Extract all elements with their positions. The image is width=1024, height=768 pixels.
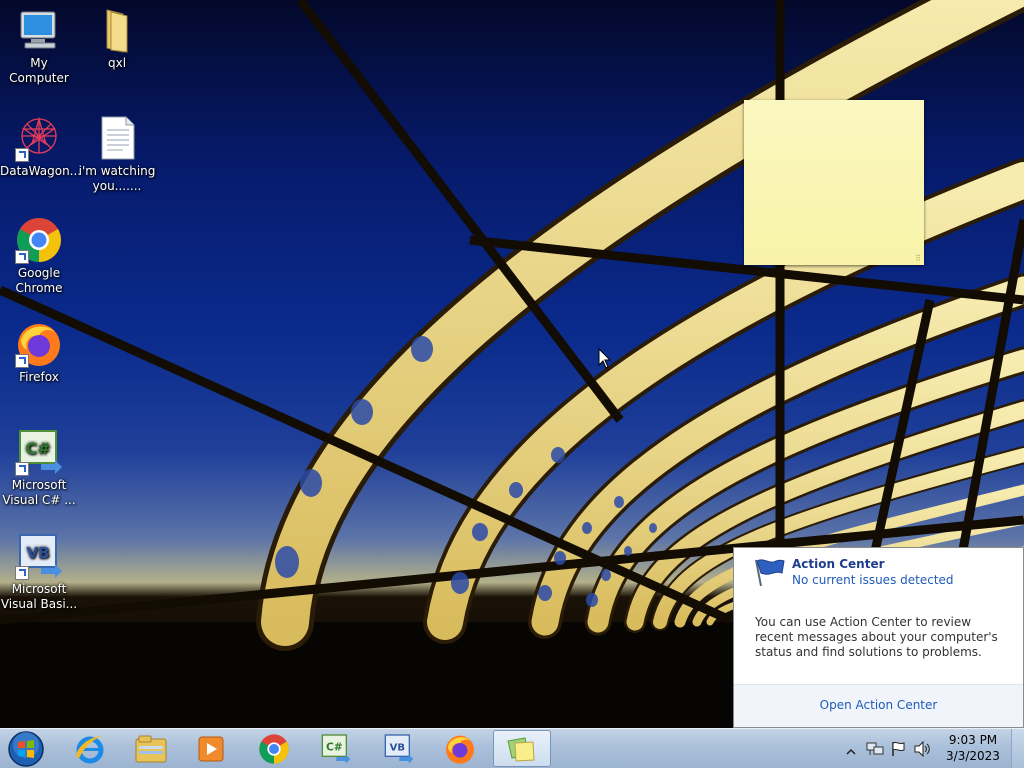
desktop-icon-label: i'm watching you....... xyxy=(78,164,156,193)
desktop-icon-google-chrome[interactable]: Google Chrome xyxy=(0,214,78,296)
desktop-icon-label: DataWagon... xyxy=(0,164,82,178)
open-action-center-link[interactable]: Open Action Center xyxy=(734,698,1023,712)
action-center-status[interactable]: No current issues detected xyxy=(792,573,954,587)
clock-time: 9:03 PM xyxy=(948,733,998,747)
folder-icon xyxy=(93,6,141,54)
computer-icon xyxy=(15,6,63,54)
visual-basic-icon: VB xyxy=(384,733,414,764)
media-player-icon xyxy=(198,736,224,761)
sticky-notes-icon xyxy=(507,736,535,762)
datawagon-icon xyxy=(15,114,63,162)
taskbar-internet-explorer[interactable] xyxy=(61,730,119,767)
desktop-icon-datawagon[interactable]: DataWagon... xyxy=(0,112,82,179)
system-clock[interactable]: 9:03 PM 3/3/2023 xyxy=(935,732,1011,764)
desktop-icon-qxl[interactable]: qxl xyxy=(78,4,156,71)
svg-text:C#: C# xyxy=(326,740,343,753)
desktop-icon-visual-basic[interactable]: VB Microsoft Visual Basi... xyxy=(0,530,78,612)
clock-date: 3/3/2023 xyxy=(946,749,1000,763)
desktop[interactable]: My Computer qxl DataWagon... i'm watchin… xyxy=(0,0,1024,728)
taskbar-chrome[interactable] xyxy=(245,730,303,767)
shortcut-arrow-icon xyxy=(15,148,29,162)
shortcut-arrow-icon xyxy=(15,354,29,368)
shortcut-arrow-icon xyxy=(15,566,29,580)
firefox-icon xyxy=(15,320,63,368)
action-center-popup[interactable]: Action Center No current issues detected… xyxy=(733,547,1024,728)
desktop-icon-label: My Computer xyxy=(9,56,69,85)
internet-explorer-icon xyxy=(76,735,104,763)
taskbar-firefox[interactable] xyxy=(431,730,489,767)
desktop-icon-label: Microsoft Visual C# ... xyxy=(2,478,76,507)
taskbar-windows-explorer[interactable] xyxy=(122,730,180,767)
chrome-icon xyxy=(259,733,289,764)
firefox-icon xyxy=(446,735,474,764)
action-center-header: Action Center No current issues detected xyxy=(734,548,1023,596)
action-center-description: You can use Action Center to review rece… xyxy=(755,615,998,659)
desktop-icon-my-computer[interactable]: My Computer xyxy=(0,4,78,86)
taskbar-visual-csharp[interactable]: C# xyxy=(306,730,364,767)
chrome-icon xyxy=(15,216,63,264)
text-file-icon xyxy=(93,114,141,162)
volume-icon[interactable] xyxy=(913,740,931,761)
svg-text:C#: C# xyxy=(25,439,50,458)
visual-basic-icon: VB xyxy=(15,532,63,580)
desktop-icon-visual-csharp[interactable]: C# Microsoft Visual C# ... xyxy=(0,426,78,508)
shortcut-arrow-icon xyxy=(15,462,29,476)
desktop-icon-text-file[interactable]: i'm watching you....... xyxy=(78,112,156,194)
shortcut-arrow-icon xyxy=(15,250,29,264)
network-icon[interactable] xyxy=(866,741,884,761)
taskbar-sticky-notes[interactable] xyxy=(493,730,551,767)
action-center-flag-icon xyxy=(755,559,785,587)
svg-text:VB: VB xyxy=(26,544,49,562)
show-desktop-button[interactable] xyxy=(1011,729,1024,768)
desktop-icon-label: qxl xyxy=(107,56,127,70)
desktop-icon-label: Firefox xyxy=(19,370,59,384)
start-button[interactable] xyxy=(4,730,48,767)
mouse-cursor-icon xyxy=(598,348,612,369)
sticky-note[interactable]: ⠿ xyxy=(744,100,924,265)
show-hidden-icons-icon[interactable] xyxy=(846,742,856,761)
action-center-title: Action Center xyxy=(792,557,885,571)
svg-text:VB: VB xyxy=(390,742,405,753)
visual-csharp-icon: C# xyxy=(15,428,63,476)
desktop-icon-firefox[interactable]: Firefox xyxy=(0,318,78,385)
taskbar-media-player[interactable] xyxy=(182,730,240,767)
taskbar-visual-basic[interactable]: VB xyxy=(369,730,427,767)
desktop-icon-label: Microsoft Visual Basi... xyxy=(0,582,78,611)
visual-csharp-icon: C# xyxy=(321,733,351,764)
windows-explorer-icon xyxy=(135,735,167,762)
desktop-icon-label: Google Chrome xyxy=(15,266,63,295)
resize-grip-icon[interactable]: ⠿ xyxy=(915,254,921,263)
taskbar: C# VB 9:03 PM 3/3/2023 xyxy=(0,728,1024,768)
start-orb-icon xyxy=(8,730,44,767)
action-center-flag-icon[interactable] xyxy=(890,741,906,761)
action-center-footer: Open Action Center xyxy=(734,684,1023,727)
